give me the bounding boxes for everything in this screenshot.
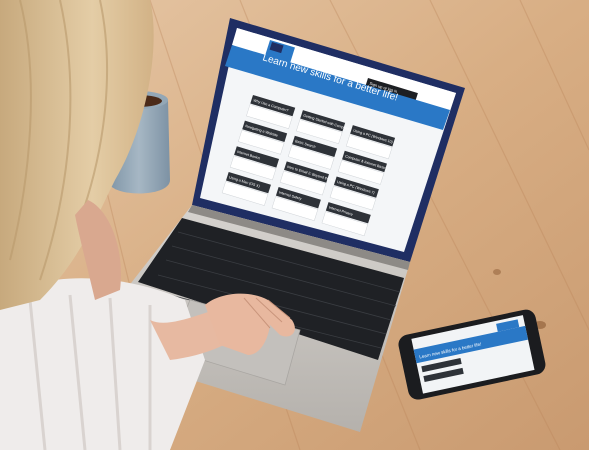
- photo-scene: Sign up or log in Learn new skills for a…: [0, 0, 589, 450]
- wood-knot: [493, 269, 501, 275]
